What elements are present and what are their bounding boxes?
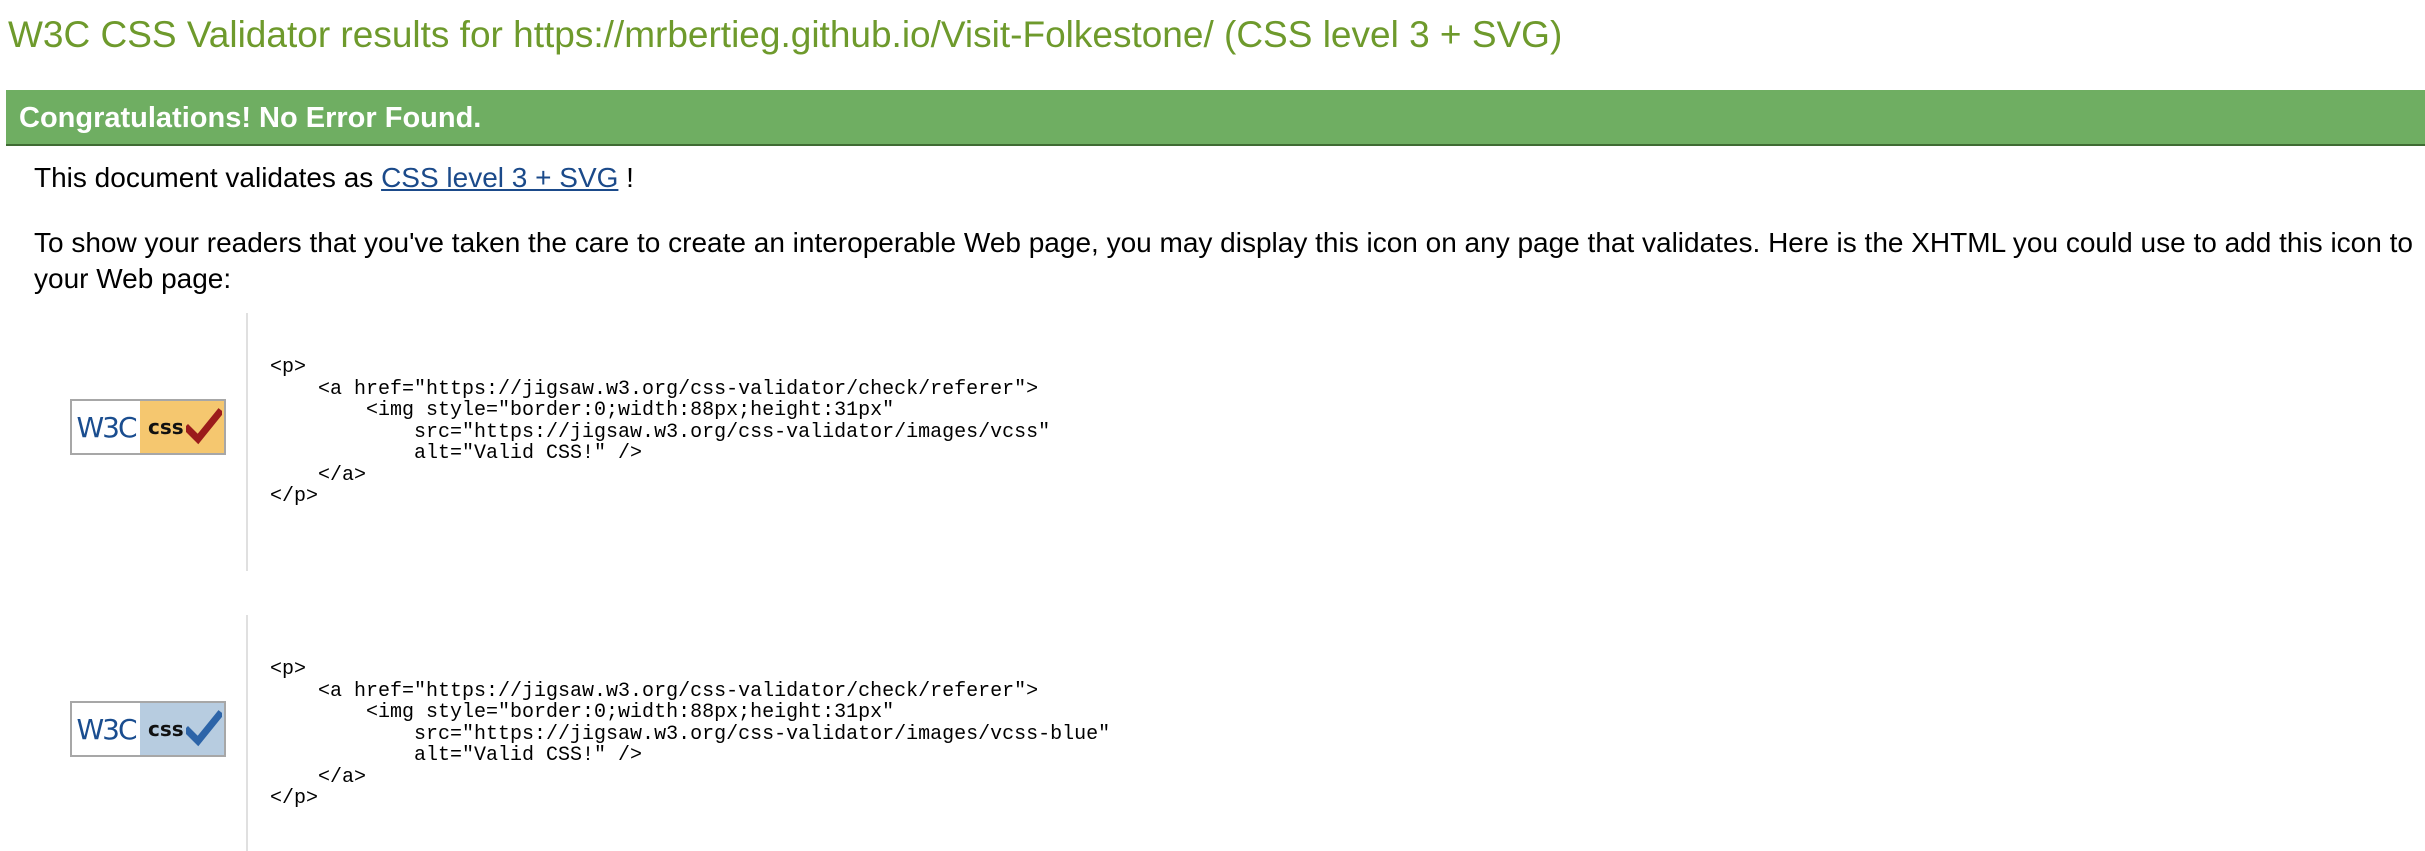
readers-instructions: To show your readers that you've taken t…: [34, 227, 2413, 294]
code-snippet: <p> <a href="https://jigsaw.w3.org/css-v…: [270, 658, 1111, 810]
w3c-logo: W3C: [76, 712, 137, 746]
badge-css-panel: css: [140, 401, 224, 453]
checkmark-icon: [186, 710, 222, 747]
code-snippet: <p> <a href="https://jigsaw.w3.org/css-v…: [270, 356, 1051, 508]
checkmark-icon: [186, 408, 222, 445]
badge-css-label: css: [148, 717, 184, 741]
badge-section-blue: W3C css <p> <a href="https://jigsaw.w3.o…: [34, 615, 2414, 851]
w3c-css-badge-blue-icon[interactable]: W3C css: [70, 701, 226, 757]
validates-suffix: !: [618, 162, 634, 193]
w3c-logo: W3C: [76, 410, 137, 444]
validator-results-page: W3C CSS Validator results for https://mr…: [0, 0, 2425, 851]
badge-css-panel: css: [140, 703, 224, 755]
page-title: W3C CSS Validator results for https://mr…: [8, 14, 1563, 55]
code-snippet-container: <p> <a href="https://jigsaw.w3.org/css-v…: [246, 615, 1110, 851]
validates-prefix: This document validates as: [34, 162, 382, 193]
badge-section-gold: W3C css <p> <a href="https://jigsaw.w3.o…: [34, 313, 2414, 571]
validates-statement: This document validates as CSS level 3 +…: [34, 160, 634, 196]
success-banner: Congratulations! No Error Found.: [6, 90, 2425, 146]
css-level-link[interactable]: CSS level 3 + SVG: [381, 162, 618, 193]
badge-css-label: css: [148, 415, 184, 439]
code-snippet-container: <p> <a href="https://jigsaw.w3.org/css-v…: [246, 313, 1050, 571]
w3c-css-badge-gold-icon[interactable]: W3C css: [70, 399, 226, 455]
